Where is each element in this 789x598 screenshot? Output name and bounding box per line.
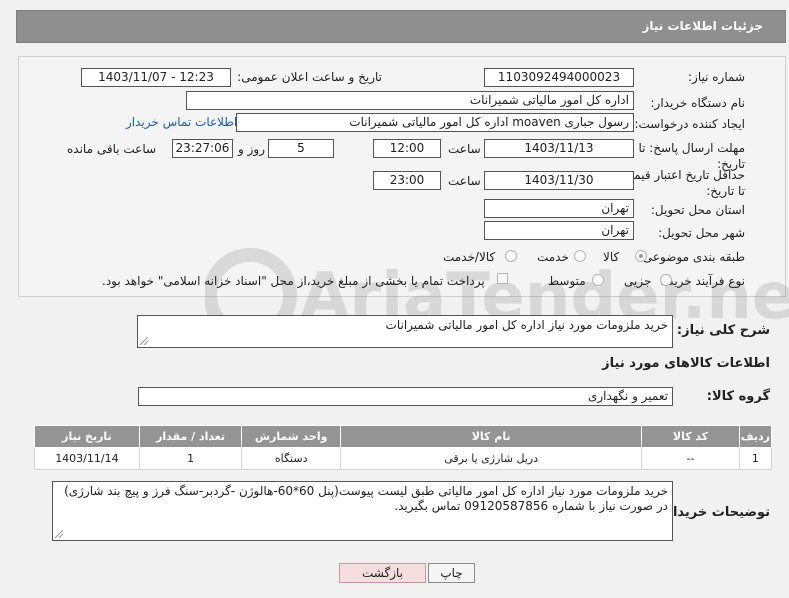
creator-label: ایجاد کننده درخواست: [634,117,745,131]
days-field: 5 [268,139,334,158]
cell-unit: دستگاه [241,447,341,470]
price-date-field: 1403/11/30 [484,171,634,190]
province-label: استان محل تحویل: [650,203,745,217]
cell-date: 1403/11/14 [34,447,140,470]
general-desc-label: شرح کلی نیاز: [676,323,770,338]
goods-group-label: گروه کالا: [706,389,770,404]
remaining-label: ساعت باقی مانده [67,142,157,156]
category-goods-radio[interactable] [635,250,647,262]
back-button[interactable]: بازگشت [339,563,426,583]
creator-field: رسول جباری moaven اداره کل امور مالیاتی … [236,113,634,132]
col-unit-header: واحد شمارش [241,425,341,448]
payment-note: پرداخت تمام یا بخشی از مبلغ خرید،از محل … [102,274,485,288]
process-label: نوع فرآیند خرید : [660,274,745,288]
print-button[interactable]: چاپ [428,563,475,583]
cell-code: -- [641,447,740,470]
process-medium-label: متوسط [548,274,586,288]
cell-row: 1 [738,447,773,470]
col-qty-header: تعداد / مقدار [138,425,243,448]
announce-label: تاریخ و ساعت اعلان عمومی: [237,70,382,84]
table-header-row: ردیف کد کالا نام کالا واحد شمارش تعداد /… [34,425,773,448]
category-label: طبقه بندی موضوعی: [638,250,745,264]
col-name-header: نام کالا [339,425,643,448]
category-both-radio[interactable] [505,250,517,262]
general-desc-text: خرید ملزومات مورد نیاز اداره کل امور مال… [385,318,668,332]
treasury-checkbox[interactable] [497,273,508,284]
cell-name: دریل شارژی یا برقی [339,447,643,470]
remaining-time-field: 23:27:06 [172,139,233,158]
goods-group-field: تعمیر و نگهداری [138,387,673,406]
cell-qty: 1 [138,447,243,470]
buyer-contact-link[interactable]: اطلاعات تماس خریدار [126,115,237,129]
days-label: روز و [238,142,265,156]
page-header: جزئیات اطلاعات نیاز [16,10,786,43]
buyer-notes-label: توضیحات خریدار: [660,505,770,520]
buyer-org-field: اداره کل امور مالیاتی شمیرانات [186,91,634,110]
province-field: تهران [484,199,634,218]
col-date-header: تاریخ نیاز [34,425,140,448]
reply-date-field: 1403/11/13 [484,139,634,158]
need-number-field: 1103092494000023 [484,68,634,87]
reply-time-field: 12:00 [373,139,441,158]
city-field: تهران [484,221,634,240]
price-deadline-label: حداقل تاریخ اعتبار قیمت: تا تاریخ: [618,168,745,198]
city-label: شهر محل تحویل: [658,226,745,240]
price-time-label: ساعت [448,174,481,188]
goods-info-title: اطلاعات کالاهای مورد نیاز [602,356,770,371]
general-desc-field: خرید ملزومات مورد نیاز اداره کل امور مال… [137,315,673,348]
buyer-notes-line1: خرید ملزومات مورد نیاز اداره کل امور مال… [64,484,668,498]
process-minor-label: جزیی [624,274,652,288]
goods-table: ردیف کد کالا نام کالا واحد شمارش تعداد /… [34,425,773,470]
process-medium-radio[interactable] [592,274,604,286]
category-both-label: کالا/خدمت [443,250,496,264]
buyer-notes-field: خرید ملزومات مورد نیاز اداره کل امور مال… [52,481,673,541]
buyer-org-label: نام دستگاه خریدار: [650,96,746,110]
price-time-field: 23:00 [373,171,441,190]
resize-grip-icon[interactable] [55,530,63,538]
announce-field: 1403/11/07 - 12:23 [81,68,231,87]
col-code-header: کد کالا [641,425,740,448]
buyer-notes-line2: در صورت نیاز با شماره 09120587856 تماس ب… [394,499,668,513]
category-goods-label: کالا [603,250,620,264]
table-row: 1 -- دریل شارژی یا برقی دستگاه 1 1403/11… [34,447,773,470]
resize-grip-icon[interactable] [140,337,148,345]
page-title: جزئیات اطلاعات نیاز [642,19,763,33]
category-service-label: خدمت [537,250,569,264]
need-number-label: شماره نیاز: [688,70,745,84]
col-row-header: ردیف [738,425,773,448]
category-service-radio[interactable] [574,250,586,262]
reply-time-label: ساعت [448,142,481,156]
process-minor-radio[interactable] [660,274,672,286]
